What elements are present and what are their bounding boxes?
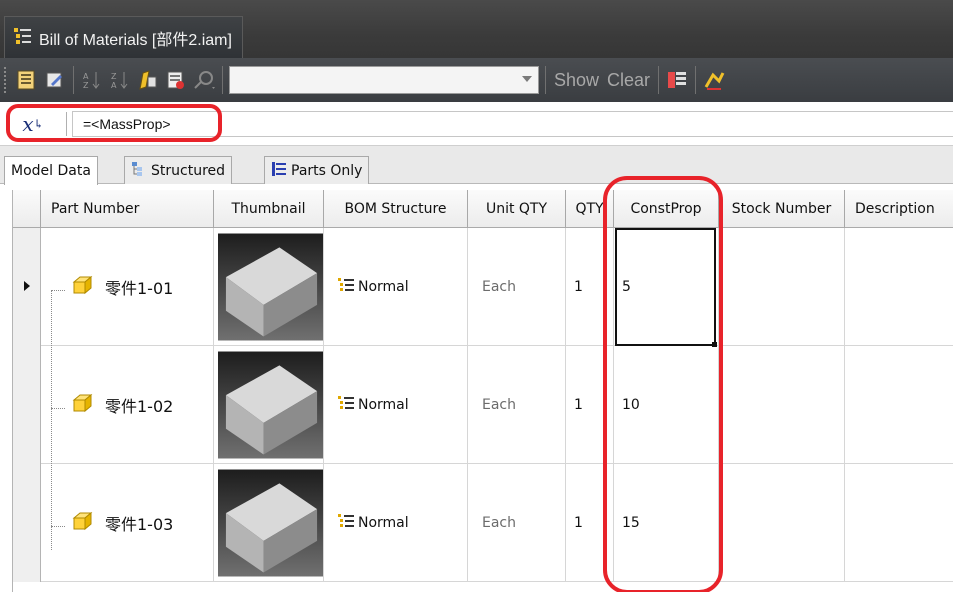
part-number-text: 零件1-02 — [105, 397, 174, 416]
grid-header: Part Number Thumbnail BOM Structure Unit… — [13, 190, 953, 228]
stock-number-cell[interactable] — [719, 228, 845, 346]
stock-number-cell[interactable] — [719, 346, 845, 464]
bom-structure-text: Normal — [358, 279, 409, 295]
bom-icon — [13, 26, 33, 50]
toolbar: AZ ZA Show Clear — [0, 58, 953, 102]
part-icon — [71, 392, 93, 418]
row-selector[interactable] — [13, 346, 41, 464]
thumbnail-cell[interactable] — [214, 346, 324, 464]
toolbar-grip[interactable] — [4, 67, 7, 93]
view-tabs: Model Data Structured Parts Only — [0, 146, 953, 185]
part-number-cell[interactable]: 零件1-02 — [41, 346, 214, 464]
column-header-stock-number[interactable]: Stock Number — [719, 190, 845, 228]
tab-parts-only[interactable]: Parts Only — [264, 156, 370, 184]
svg-text:A: A — [83, 72, 89, 81]
part-number-cell[interactable]: 零件1-03 — [41, 464, 214, 582]
update-mass-icon[interactable] — [700, 65, 728, 95]
structured-icon — [131, 161, 147, 181]
window-title: Bill of Materials [部件2.iam] — [39, 31, 232, 49]
view-options-icon[interactable] — [13, 65, 41, 95]
table-row[interactable]: 零件1-01 Normal Each 1 5 — [13, 228, 953, 346]
tree-connector — [51, 526, 65, 527]
unit-qty-text: Each — [482, 397, 516, 413]
thumbnail-cell[interactable] — [214, 228, 324, 346]
toolbar-separator — [73, 66, 74, 94]
qty-text: 1 — [574, 279, 583, 295]
parts-only-icon — [271, 161, 287, 181]
tab-structured[interactable]: Structured — [124, 156, 233, 184]
bom-structure-text: Normal — [358, 397, 409, 413]
highlight-column-oval — [603, 176, 723, 592]
toolbar-separator — [222, 66, 223, 94]
thumbnail-image — [218, 469, 323, 577]
sort-descending-icon[interactable]: ZA — [106, 65, 134, 95]
toolbar-separator — [695, 66, 697, 94]
filter-combo[interactable] — [229, 66, 539, 94]
bom-structure-cell[interactable]: Normal — [324, 464, 468, 582]
column-header-unit-qty[interactable]: Unit QTY — [468, 190, 566, 228]
tree-connector — [51, 408, 65, 409]
tab-model-data[interactable]: Model Data — [4, 156, 98, 185]
highlight-formula-oval — [6, 104, 222, 142]
part-number-text: 零件1-01 — [105, 279, 174, 298]
tab-parts-only-label: Parts Only — [291, 162, 363, 179]
tree-connector — [51, 290, 52, 550]
description-cell[interactable] — [845, 346, 953, 464]
row-selector[interactable] — [13, 228, 41, 346]
qty-text: 1 — [574, 515, 583, 531]
table-row[interactable]: 零件1-02 Normal Each 1 10 — [13, 346, 953, 464]
thumbnail-cell[interactable] — [214, 464, 324, 582]
export-icon[interactable] — [162, 65, 190, 95]
bom-structure-icon — [338, 277, 354, 297]
part-icon — [71, 274, 93, 300]
bom-structure-text: Normal — [358, 515, 409, 531]
toolbar-separator — [545, 66, 546, 94]
unit-qty-cell[interactable]: Each — [468, 464, 566, 582]
toolbar-separator — [658, 66, 660, 94]
unit-qty-text: Each — [482, 279, 516, 295]
row-selector[interactable] — [13, 464, 41, 582]
part-icon — [71, 510, 93, 536]
unit-qty-cell[interactable]: Each — [468, 346, 566, 464]
current-row-arrow-icon — [23, 279, 31, 295]
bom-grid: Part Number Thumbnail BOM Structure Unit… — [12, 190, 953, 592]
column-header-description[interactable]: Description — [845, 190, 953, 228]
part-number-text: 零件1-03 — [105, 515, 174, 534]
column-header-part-number[interactable]: Part Number — [41, 190, 214, 228]
table-row[interactable]: 零件1-03 Normal Each 1 15 — [13, 464, 953, 582]
renumber-icon[interactable] — [134, 65, 162, 95]
edit-icon[interactable] — [41, 65, 69, 95]
sort-ascending-icon[interactable]: AZ — [78, 65, 106, 95]
column-header-bom-structure[interactable]: BOM Structure — [324, 190, 468, 228]
svg-text:A: A — [111, 81, 117, 90]
show-button[interactable]: Show — [550, 70, 603, 91]
bom-structure-icon — [338, 513, 354, 533]
unit-qty-text: Each — [482, 515, 516, 531]
chevron-down-icon[interactable] — [522, 76, 532, 82]
bom-structure-cell[interactable]: Normal — [324, 228, 468, 346]
unit-qty-cell[interactable]: Each — [468, 228, 566, 346]
description-cell[interactable] — [845, 228, 953, 346]
thumbnail-image — [218, 351, 323, 459]
window-tab[interactable]: Bill of Materials [部件2.iam] — [4, 16, 243, 58]
bom-structure-cell[interactable]: Normal — [324, 346, 468, 464]
tree-connector — [51, 290, 65, 291]
bom-structure-icon — [338, 395, 354, 415]
column-chooser-icon[interactable] — [663, 65, 691, 95]
description-cell[interactable] — [845, 464, 953, 582]
tab-model-data-label: Model Data — [11, 163, 91, 179]
thumbnail-image — [218, 233, 323, 341]
qty-text: 1 — [574, 397, 583, 413]
svg-text:Z: Z — [111, 72, 117, 81]
svg-text:Z: Z — [83, 81, 89, 90]
stock-number-cell[interactable] — [719, 464, 845, 582]
header-corner[interactable] — [13, 190, 41, 228]
clear-button[interactable]: Clear — [603, 70, 654, 91]
title-bar: Bill of Materials [部件2.iam] — [0, 0, 953, 58]
tab-structured-label: Structured — [151, 162, 226, 179]
find-icon[interactable] — [190, 65, 218, 95]
part-number-cell[interactable]: 零件1-01 — [41, 228, 214, 346]
column-header-thumbnail[interactable]: Thumbnail — [214, 190, 324, 228]
